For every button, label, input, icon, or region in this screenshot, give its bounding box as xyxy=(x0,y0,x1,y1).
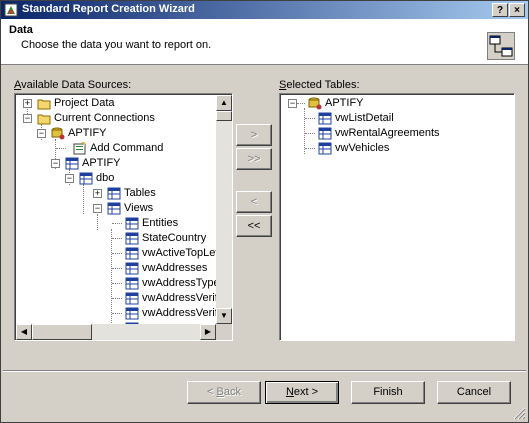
title-bar[interactable]: Standard Report Creation Wizard ? × xyxy=(1,1,528,19)
wizard-window: Standard Report Creation Wizard ? × Data… xyxy=(0,0,529,423)
collapse-views[interactable]: − xyxy=(93,204,102,213)
collapse-aptify-connection[interactable]: − xyxy=(37,129,46,138)
help-button[interactable]: ? xyxy=(492,3,508,17)
hscroll-thumb[interactable] xyxy=(32,324,92,340)
table-icon xyxy=(125,232,139,245)
scroll-right-icon[interactable]: ▶ xyxy=(200,324,216,340)
add-command-icon xyxy=(73,142,86,155)
folder-open-icon xyxy=(37,114,51,125)
collapse-dbo[interactable]: − xyxy=(65,174,74,183)
finish-button[interactable]: Finish xyxy=(351,381,425,404)
scroll-corner xyxy=(216,324,232,340)
collapse-current-connections[interactable]: − xyxy=(23,114,32,123)
table-icon xyxy=(318,127,332,140)
table-icon xyxy=(125,277,139,290)
remove-button[interactable]: < xyxy=(236,191,272,213)
table-icon xyxy=(125,217,139,230)
window-title: Standard Report Creation Wizard xyxy=(22,3,195,15)
collapse-aptify-database[interactable]: − xyxy=(51,159,60,168)
expand-tables[interactable]: + xyxy=(93,189,102,198)
scroll-up-icon[interactable]: ▲ xyxy=(216,95,232,111)
scroll-left-icon[interactable]: ◀ xyxy=(16,324,32,340)
table-icon xyxy=(125,307,139,320)
tree-horizontal-scrollbar[interactable]: ◀ ▶ xyxy=(16,324,216,340)
database-connection-icon xyxy=(51,127,65,140)
data-link-icon xyxy=(487,32,515,60)
collapse-selected-aptify[interactable]: − xyxy=(288,99,297,108)
wizard-header: Data Choose the data you want to report … xyxy=(1,19,528,65)
table-icon xyxy=(79,172,93,185)
expand-project-data[interactable]: + xyxy=(23,99,32,108)
resize-grip-icon[interactable] xyxy=(512,406,526,420)
scroll-down-icon[interactable]: ▼ xyxy=(216,308,232,324)
table-icon xyxy=(125,247,139,260)
table-icon xyxy=(107,202,121,215)
next-button[interactable]: Next > xyxy=(265,381,339,404)
table-icon xyxy=(125,262,139,275)
table-icon xyxy=(65,157,79,170)
table-icon xyxy=(318,142,332,155)
close-button[interactable]: × xyxy=(509,3,525,17)
database-connection-icon xyxy=(308,97,322,110)
tree-vertical-scrollbar[interactable]: ▲ ▼ xyxy=(216,95,232,324)
cancel-button[interactable]: Cancel xyxy=(437,381,511,404)
footer-separator xyxy=(3,370,526,372)
selected-tables-label: Selected Tables: xyxy=(279,79,360,91)
table-icon xyxy=(318,112,332,125)
available-sources-label: Available Data Sources: xyxy=(14,79,132,91)
table-icon xyxy=(125,292,139,305)
add-all-button[interactable]: >> xyxy=(236,148,272,170)
back-button[interactable]: < Back xyxy=(187,381,261,404)
crystal-reports-icon xyxy=(4,3,18,17)
add-button[interactable]: > xyxy=(236,124,272,146)
folder-icon xyxy=(37,99,51,110)
step-subtitle: Choose the data you want to report on. xyxy=(21,39,212,51)
table-icon xyxy=(107,187,121,200)
scroll-thumb[interactable] xyxy=(216,111,232,121)
remove-all-button[interactable]: << xyxy=(236,215,272,237)
available-sources-tree[interactable]: + Project Data − Current Connections − A… xyxy=(14,93,233,341)
step-title: Data xyxy=(9,24,33,36)
selected-tables-tree[interactable]: − APTIFY vwListDetail vwRentalAgreements… xyxy=(279,93,515,341)
